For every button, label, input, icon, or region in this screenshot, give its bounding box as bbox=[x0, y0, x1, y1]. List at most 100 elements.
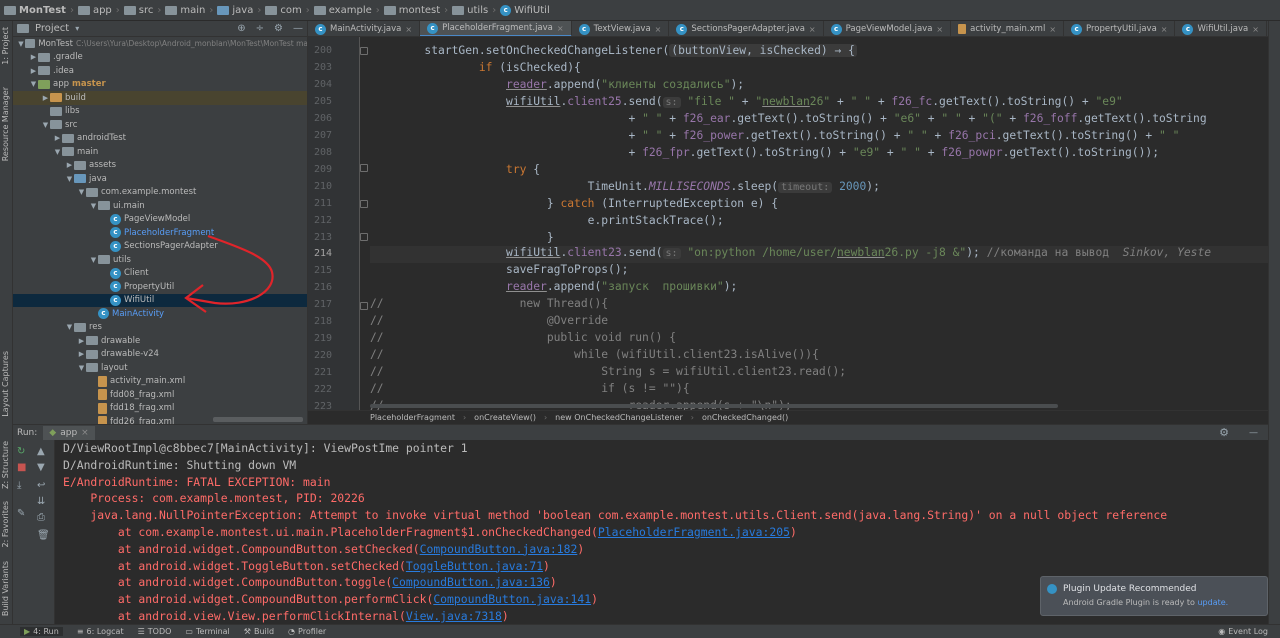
chevron-down-icon[interactable]: ▼ bbox=[65, 175, 74, 183]
tree-item[interactable]: fdd18_frag.xml bbox=[13, 402, 307, 416]
soft-wrap-icon[interactable]: ↩ bbox=[37, 480, 45, 491]
tree-item[interactable]: ▼ ui.main bbox=[13, 199, 307, 213]
breadcrumb-item[interactable]: utils bbox=[452, 5, 488, 16]
tree-item[interactable]: ▼ res bbox=[13, 321, 307, 335]
tree-item[interactable]: ▼ java bbox=[13, 172, 307, 186]
chevron-right-icon[interactable]: ▶ bbox=[29, 67, 38, 75]
scroll-to-end-icon[interactable]: ⇊ bbox=[37, 496, 45, 507]
stack-trace-link[interactable]: CompoundButton.java:136 bbox=[392, 575, 550, 589]
tool-tab-favorites[interactable]: 2: Favorites bbox=[1, 501, 10, 547]
breadcrumb-item[interactable]: MonTest bbox=[4, 5, 66, 16]
fold-marker[interactable] bbox=[360, 233, 368, 241]
stop-icon[interactable]: ■ bbox=[17, 462, 26, 473]
chevron-right-icon[interactable]: ▶ bbox=[65, 161, 74, 169]
project-horizontal-scrollbar[interactable] bbox=[213, 417, 303, 422]
breadcrumb-item[interactable]: app bbox=[77, 5, 112, 16]
chevron-down-icon[interactable]: ▼ bbox=[89, 202, 98, 210]
scroll-down-icon[interactable]: ▼ bbox=[37, 462, 45, 473]
tree-item[interactable]: WifiUtil bbox=[13, 293, 307, 307]
scroll-up-icon[interactable]: ▲ bbox=[37, 446, 45, 457]
chevron-down-icon[interactable]: ▼ bbox=[17, 40, 25, 48]
editor-tab[interactable]: Client.java× bbox=[1267, 21, 1268, 36]
fold-marker[interactable] bbox=[360, 200, 368, 208]
tree-item[interactable]: ▼ utils bbox=[13, 253, 307, 267]
close-icon[interactable]: × bbox=[655, 25, 662, 34]
breadcrumb-item[interactable]: montest bbox=[383, 5, 440, 16]
chevron-down-icon[interactable]: ▼ bbox=[41, 121, 50, 129]
chevron-right-icon[interactable]: ▶ bbox=[77, 350, 86, 358]
tool-tab-resource-manager[interactable]: Resource Manager bbox=[1, 87, 10, 161]
chevron-down-icon[interactable]: ▼ bbox=[89, 256, 98, 264]
trash-icon[interactable]: 🗑 bbox=[37, 530, 50, 541]
status-profiler[interactable]: ◔ Profiler bbox=[288, 627, 326, 636]
close-icon[interactable]: × bbox=[81, 428, 89, 438]
status-logcat[interactable]: ≡ 6: Logcat bbox=[77, 627, 124, 636]
code-editor[interactable]: 199 200 203 204 205 206 207 208 209 210 211 212 213 2… bbox=[308, 37, 1268, 410]
project-view-select[interactable]: Project bbox=[35, 23, 69, 34]
chevron-right-icon[interactable]: ▶ bbox=[77, 337, 86, 345]
stack-trace-link[interactable]: View.java:7318 bbox=[406, 609, 502, 623]
tree-item[interactable]: ▼ MonTest C:\Users\Yura\Desktop\Android_mo… bbox=[13, 37, 307, 51]
stack-trace-link[interactable]: CompoundButton.java:182 bbox=[420, 542, 578, 556]
breadcrumb-item[interactable]: main bbox=[165, 5, 205, 16]
tree-item[interactable]: ▼ com.example.montest bbox=[13, 186, 307, 200]
status-event-log[interactable]: ◉ Event Log bbox=[1218, 627, 1268, 636]
status-terminal[interactable]: ▭ Terminal bbox=[185, 627, 229, 636]
close-icon[interactable]: × bbox=[936, 25, 943, 34]
locate-icon[interactable]: ⊕ bbox=[237, 23, 245, 34]
editor-tab[interactable]: PropertyUtil.java × bbox=[1064, 21, 1176, 36]
chevron-down-icon[interactable]: ▾ bbox=[75, 24, 79, 33]
editor-tab[interactable]: PlaceholderFragment.java × bbox=[420, 21, 572, 36]
tree-item[interactable]: ▶ build bbox=[13, 91, 307, 105]
fold-marker[interactable] bbox=[360, 164, 368, 172]
editor-tab[interactable]: PageViewModel.java× bbox=[824, 21, 952, 36]
tool-tab-build-variants[interactable]: Build Variants bbox=[1, 561, 10, 616]
editor-horizontal-scrollbar[interactable] bbox=[370, 404, 1058, 408]
tree-item[interactable]: ▼ main bbox=[13, 145, 307, 159]
hide-panel-icon[interactable]: — bbox=[293, 23, 303, 34]
close-icon[interactable]: × bbox=[405, 25, 412, 34]
print-icon[interactable]: ⎙ bbox=[37, 512, 45, 523]
editor-breadcrumb-item[interactable]: onCheckedChanged() bbox=[702, 413, 788, 422]
editor-breadcrumb-item[interactable]: PlaceholderFragment bbox=[370, 413, 455, 422]
close-icon[interactable]: × bbox=[557, 24, 564, 33]
tool-tab-structure[interactable]: Z: Structure bbox=[1, 441, 10, 489]
chevron-right-icon[interactable]: ▶ bbox=[41, 94, 50, 102]
rerun-icon[interactable]: ↻ bbox=[17, 446, 25, 457]
breadcrumb-item[interactable]: WifiUtil bbox=[500, 4, 550, 16]
tree-item[interactable]: ▼ src bbox=[13, 118, 307, 132]
chevron-down-icon[interactable]: ▼ bbox=[29, 80, 38, 88]
chevron-right-icon[interactable]: ▶ bbox=[53, 134, 62, 142]
breadcrumb-item[interactable]: java bbox=[217, 5, 253, 16]
editor-tab[interactable]: MainActivity.java× bbox=[308, 21, 421, 36]
tree-item[interactable]: ▶ .gradle bbox=[13, 51, 307, 65]
tree-item[interactable]: SectionsPagerAdapter bbox=[13, 240, 307, 254]
chevron-down-icon[interactable]: ▼ bbox=[77, 364, 86, 372]
tree-item[interactable]: PlaceholderFragment bbox=[13, 226, 307, 240]
editor-tab[interactable]: WifiUtil.java× bbox=[1175, 21, 1267, 36]
status-run[interactable]: ▶ 4: Run bbox=[20, 627, 63, 636]
tree-item[interactable]: MainActivity bbox=[13, 307, 307, 321]
chevron-right-icon[interactable]: ▶ bbox=[29, 53, 38, 61]
editor-breadcrumb-item[interactable]: onCreateView() bbox=[474, 413, 536, 422]
tree-item[interactable]: activity_main.xml bbox=[13, 375, 307, 389]
restore-layout-icon[interactable]: ⤓ bbox=[17, 480, 21, 491]
tree-item[interactable]: ▼ app master bbox=[13, 78, 307, 92]
run-tab-app[interactable]: ◆ app × bbox=[43, 425, 95, 440]
tree-item[interactable]: ▼ layout bbox=[13, 361, 307, 375]
hide-panel-icon[interactable]: — bbox=[1249, 428, 1258, 438]
chevron-down-icon[interactable]: ▼ bbox=[65, 323, 74, 331]
tree-item[interactable]: PropertyUtil bbox=[13, 280, 307, 294]
tree-item[interactable]: ▶ androidTest bbox=[13, 132, 307, 146]
fold-marker[interactable] bbox=[360, 47, 368, 55]
gear-icon[interactable]: ⚙ bbox=[274, 23, 283, 34]
pin-icon[interactable]: ✎ bbox=[17, 508, 25, 519]
gear-icon[interactable]: ⚙ bbox=[1219, 426, 1229, 439]
status-todo[interactable]: ☰ TODO bbox=[138, 627, 172, 636]
tool-tab-project[interactable]: 1: Project bbox=[1, 27, 10, 65]
tool-tab-layout-captures[interactable]: Layout Captures bbox=[1, 351, 10, 417]
editor-tab[interactable]: SectionsPagerAdapter.java × bbox=[669, 21, 824, 36]
update-link[interactable]: update. bbox=[1197, 598, 1228, 607]
stack-trace-link[interactable]: PlaceholderFragment.java:205 bbox=[598, 525, 790, 539]
tree-item[interactable]: ▶ drawable-v24 bbox=[13, 348, 307, 362]
